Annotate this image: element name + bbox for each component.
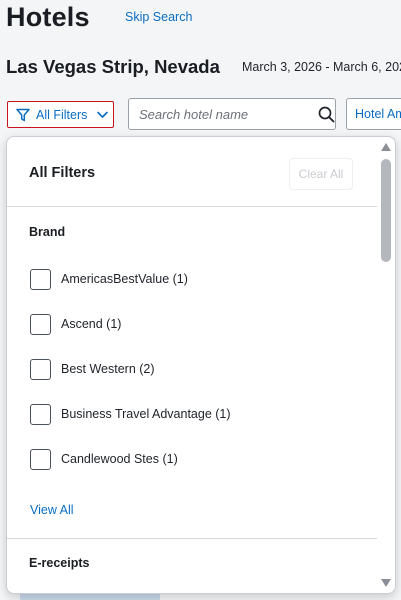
scrollbar-thumb[interactable] [381,159,391,262]
brand-option[interactable]: Best Western (2) [30,358,155,380]
filter-funnel-icon [16,108,30,121]
brand-option-label: Best Western (2) [61,362,155,376]
all-filters-label: All Filters [36,107,88,122]
checkbox[interactable] [30,448,51,470]
hotel-name-search-input[interactable] [139,99,317,129]
panel-header: All Filters Clear All [7,137,377,207]
search-location: Las Vegas Strip, Nevada [6,56,220,77]
divider [7,206,377,207]
divider [7,538,377,539]
page-title: Hotels [6,2,90,32]
hotel-amenities-button[interactable]: Hotel Amenities [346,98,401,130]
hotel-name-search [128,98,336,130]
triangle-up-icon[interactable] [380,141,392,153]
page-title-row: Hotels [6,2,90,34]
search-icon[interactable] [317,99,335,129]
checkbox[interactable] [30,358,51,380]
brand-option[interactable]: AmericasBestValue (1) [30,268,188,290]
brand-section-title: Brand [29,225,66,239]
all-filters-button[interactable]: All Filters [7,101,114,128]
checkbox[interactable] [30,268,51,290]
brand-option-label: Ascend (1) [61,317,122,331]
checkbox[interactable] [30,313,51,335]
ereceipts-section-title: E-receipts [29,556,90,570]
all-filters-panel: All Filters Clear All Brand AmericasBest… [6,136,396,594]
brand-option[interactable]: Ascend (1) [30,313,121,335]
search-dates: March 3, 2026 - March 6, 2026 [242,60,401,74]
view-all-brands-link[interactable]: View All [30,503,74,517]
brand-option[interactable]: Business Travel Advantage (1) [30,403,231,425]
clear-all-button[interactable]: Clear All [289,158,353,190]
brand-option[interactable]: Candlewood Stes (1) [30,448,178,470]
brand-option-label: AmericasBestValue (1) [61,272,188,286]
brand-option-label: Business Travel Advantage (1) [61,407,231,421]
triangle-down-icon[interactable] [380,577,392,589]
hotel-search-page: Hotels Skip Search Las Vegas Strip, Neva… [0,0,401,600]
checkbox[interactable] [30,403,51,425]
chevron-down-icon [97,111,109,118]
skip-search-link[interactable]: Skip Search [125,10,192,24]
panel-title: All Filters [29,165,96,181]
brand-option-label: Candlewood Stes (1) [61,452,178,466]
